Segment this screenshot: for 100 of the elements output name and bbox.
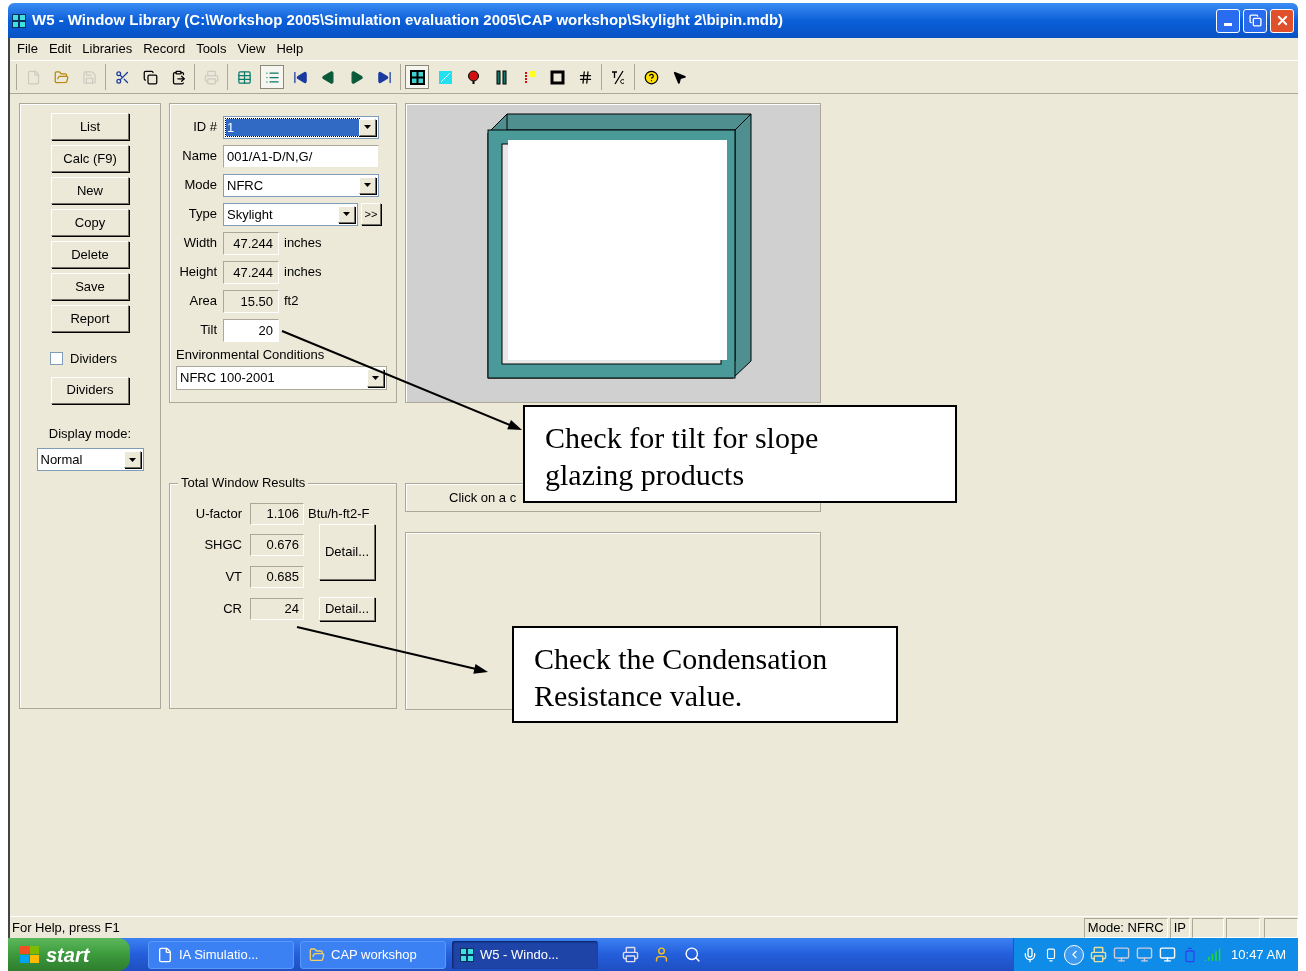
command-button[interactable]: Copy: [51, 209, 129, 236]
caret-icon: [364, 183, 371, 187]
status-pane: Mode: NFRC: [1083, 917, 1168, 938]
search-icon: [684, 946, 701, 963]
field-label: ID #: [192, 118, 218, 137]
balloon-icon: [465, 69, 481, 85]
readonly-field: 47.244: [223, 231, 279, 255]
result-label: CR: [222, 600, 243, 619]
field-label: Height: [178, 263, 218, 282]
result-value: 0.676: [250, 533, 304, 556]
caret-icon: [364, 125, 371, 129]
unit-label: inches: [284, 263, 322, 282]
frame-icon: [549, 69, 565, 85]
result-value: 0.685: [250, 565, 304, 588]
more-button[interactable]: >>: [361, 203, 381, 225]
result-value: 1.106: [250, 502, 304, 525]
checkbox-label: Dividers: [70, 350, 117, 368]
caret-icon: [343, 212, 350, 216]
result-label: U-factor: [194, 504, 243, 523]
first-record-icon: [292, 69, 308, 85]
save-icon: [81, 69, 97, 85]
hash-icon: [577, 69, 593, 85]
windows-logo-icon: [20, 945, 40, 964]
status-pane: [1264, 917, 1298, 938]
help-icon: [643, 69, 659, 85]
environmental-conditions-label: Environmental Conditions: [176, 346, 326, 364]
dropdown[interactable]: Skylight: [223, 202, 358, 226]
callout-text: Check the Condensation Resistance value.: [534, 641, 829, 714]
result-value: 24: [250, 598, 304, 620]
app-icon: [460, 947, 474, 962]
unit-label: inches: [284, 234, 322, 253]
result-label: VT: [224, 567, 243, 586]
expand-tray-button[interactable]: [1064, 944, 1085, 965]
caret-icon: [128, 457, 136, 462]
detail-button[interactable]: Detail...: [319, 524, 375, 580]
minimize-icon: [1224, 23, 1232, 26]
menu-item[interactable]: Libraries: [77, 39, 138, 59]
detail-button[interactable]: Detail...: [319, 597, 375, 621]
taskbar-button[interactable]: IA Simulatio...: [148, 940, 294, 969]
taskbar-button[interactable]: CAP workshop: [300, 940, 446, 969]
unit-label: Btu/h-ft2-F: [308, 504, 370, 523]
bars-icon: [493, 69, 509, 85]
document-icon: [157, 946, 173, 963]
menu-item[interactable]: Tools: [191, 39, 232, 59]
field-label: Area: [188, 292, 218, 311]
window-title: W5 - Window Library (C:\Workshop 2005\Simulation evaluation 2005\CAP workshop\Skylight 2\bipin.mdb): [32, 10, 784, 31]
command-button[interactable]: Report: [51, 305, 129, 332]
status-pane: [1226, 917, 1260, 938]
next-icon: [348, 69, 364, 85]
field-label: Width: [182, 234, 218, 253]
list-icon: [264, 69, 280, 85]
glass-pane-icon: [437, 69, 453, 85]
display-mode-dropdown[interactable]: Normal: [36, 448, 144, 471]
menu-item[interactable]: Help: [271, 39, 309, 59]
restore-button[interactable]: [1243, 8, 1267, 33]
field-label: Tilt: [199, 321, 218, 340]
menu-item[interactable]: File: [12, 39, 43, 59]
folder-icon: [53, 69, 69, 85]
caret-icon: [372, 375, 379, 380]
menu-item[interactable]: View: [232, 39, 271, 59]
toolbar-button[interactable]: [405, 65, 429, 89]
checkbox[interactable]: [50, 352, 63, 366]
start-button[interactable]: start: [8, 938, 130, 971]
signal-icon: [1204, 946, 1222, 963]
taskbar-button[interactable]: W5 - Windo...: [452, 940, 598, 969]
menu-item[interactable]: Record: [138, 39, 191, 59]
pointer-help-icon: [671, 69, 687, 85]
dropdown[interactable]: NFRC: [223, 173, 379, 197]
command-button[interactable]: New: [51, 177, 129, 204]
dividers-button[interactable]: Dividers: [51, 376, 129, 404]
readonly-field: 47.244: [223, 260, 279, 284]
result-label: SHGC: [203, 535, 243, 554]
clock: 10:47 AM: [1231, 945, 1286, 964]
printer-icon: [203, 69, 219, 85]
new-file-icon: [25, 69, 41, 85]
status-pane: IP: [1169, 917, 1190, 938]
minimize-button[interactable]: [1216, 8, 1240, 33]
environmental-conditions-dropdown[interactable]: NFRC 100-2001: [176, 365, 387, 390]
command-button[interactable]: List: [51, 113, 129, 140]
previous-icon: [320, 69, 336, 85]
name-field[interactable]: 001/A1-D/N,G/: [223, 144, 379, 168]
last-record-icon: [376, 69, 392, 85]
status-pane: [1192, 917, 1224, 938]
dropdown[interactable]: 1: [223, 115, 379, 139]
scissors-icon: [114, 69, 130, 85]
command-button[interactable]: Delete: [51, 241, 129, 268]
table-icon: [236, 69, 252, 85]
close-button[interactable]: [1270, 8, 1294, 33]
command-button[interactable]: Calc (F9): [51, 145, 129, 172]
folder-icon: [309, 946, 325, 963]
unit-toggle-icon: [610, 69, 626, 85]
field-label: Mode: [183, 176, 218, 195]
command-button[interactable]: Save: [51, 273, 129, 300]
copy-icon: [142, 69, 158, 85]
field-label: Type: [187, 205, 218, 224]
field-label: Name: [181, 147, 218, 166]
tilt-field[interactable]: 20: [223, 318, 279, 342]
app-icon: [12, 13, 26, 28]
restore-icon: [1248, 14, 1262, 27]
menu-item[interactable]: Edit: [43, 39, 77, 59]
